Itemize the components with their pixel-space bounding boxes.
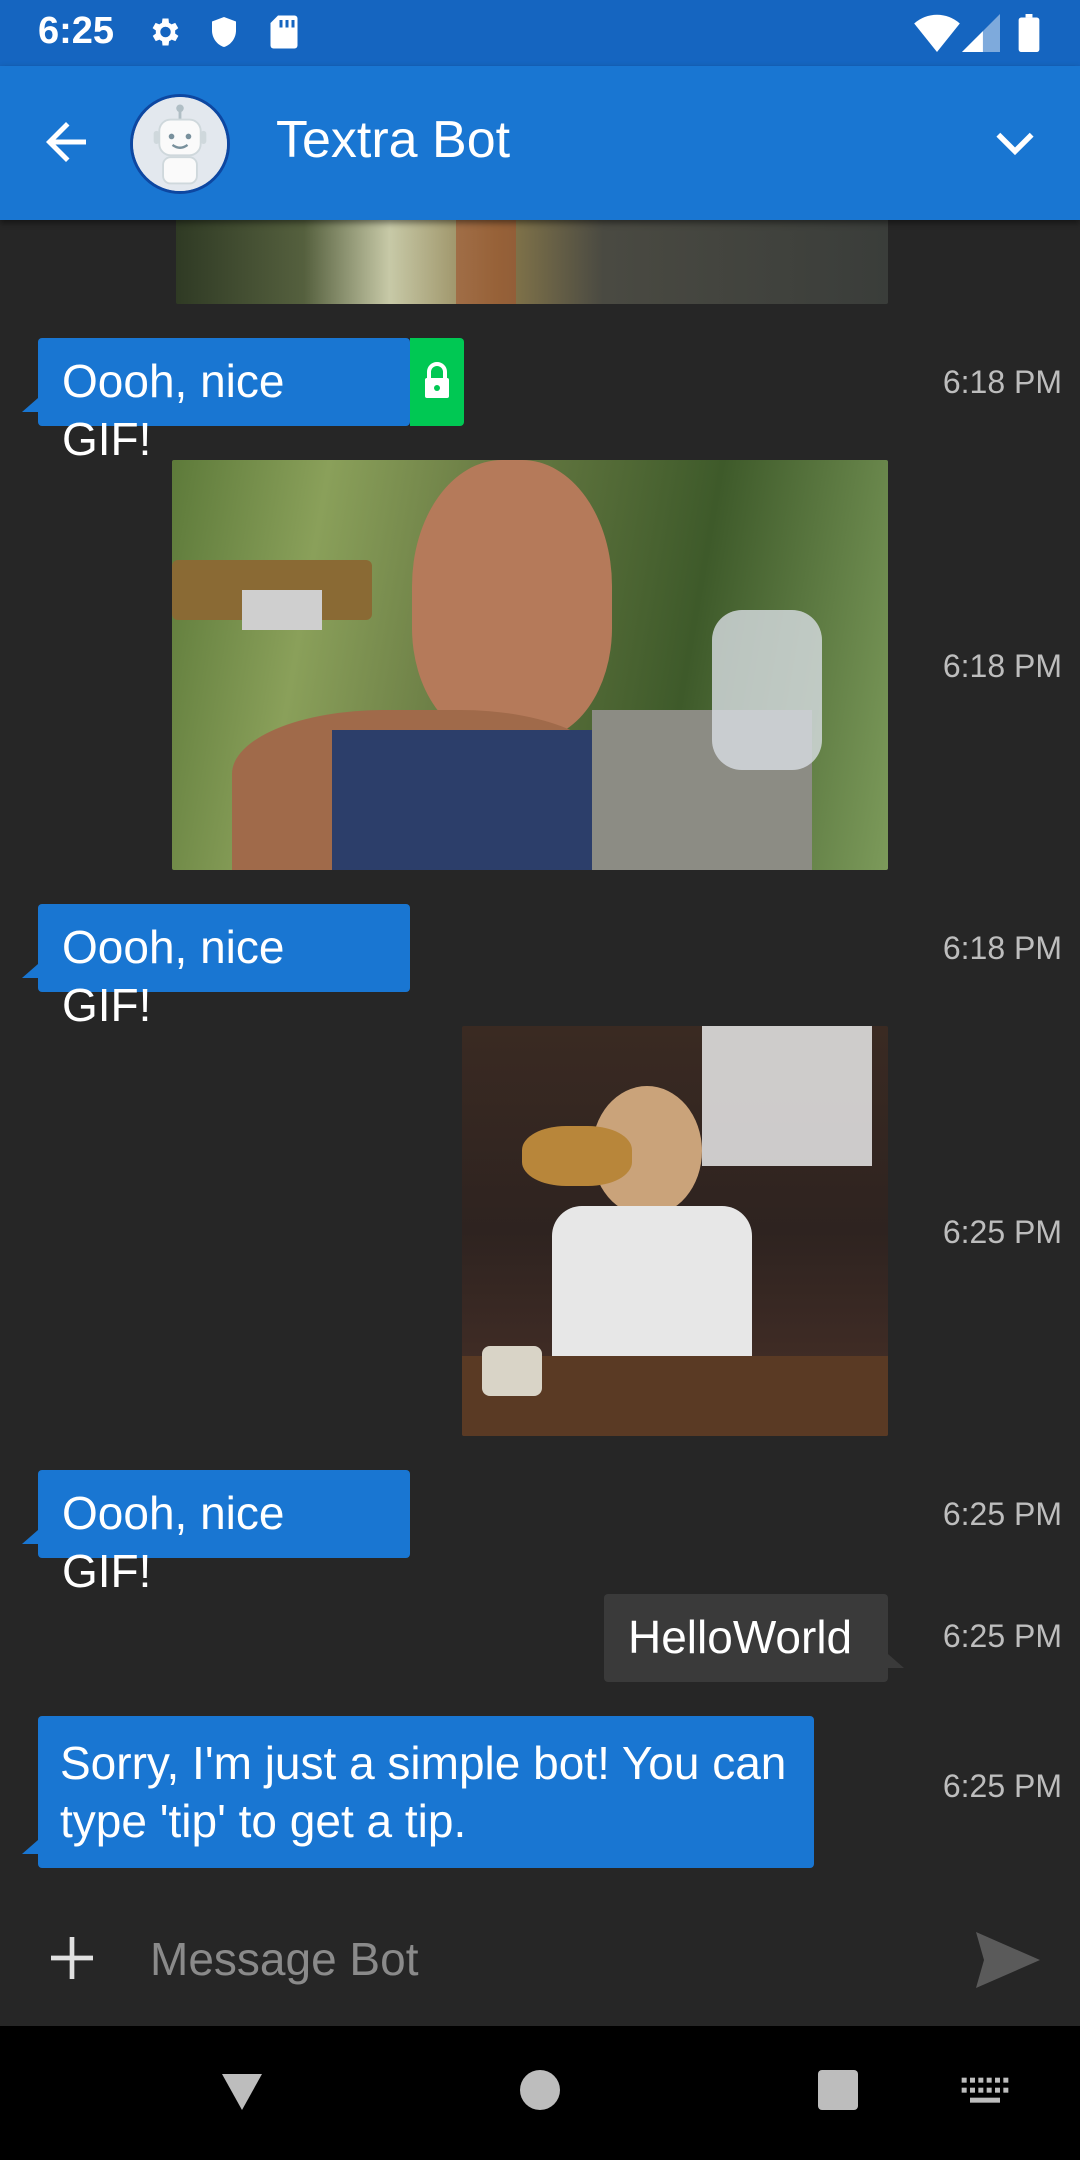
gif-message[interactable] xyxy=(462,1026,888,1436)
lock-icon xyxy=(425,362,449,398)
message-text: HelloWorld xyxy=(628,1611,853,1663)
message-composer xyxy=(0,1890,1080,2026)
outgoing-message[interactable]: HelloWorld xyxy=(604,1594,904,1682)
message-timestamp: 6:25 PM xyxy=(942,1496,1062,1532)
conversation-list[interactable]: Oooh, nice GIF! 6:18 PM 6:18 PM Oooh, ni… xyxy=(0,216,1080,1890)
wifi-icon xyxy=(914,14,960,52)
gif-message[interactable] xyxy=(176,216,888,304)
robot-icon xyxy=(133,97,227,191)
message-text: Oooh, nice GIF! xyxy=(62,355,285,465)
keyboard-icon[interactable] xyxy=(960,2076,1010,2106)
send-icon[interactable] xyxy=(976,1932,1040,1988)
status-time: 6:25 xyxy=(38,10,115,52)
battery-icon xyxy=(1018,14,1040,52)
message-timestamp: 6:25 PM xyxy=(942,1214,1062,1250)
message-timestamp: 6:18 PM xyxy=(942,364,1062,400)
gif-message[interactable] xyxy=(172,460,888,870)
message-timestamp: 6:18 PM xyxy=(942,648,1062,684)
app-bar: Textra Bot xyxy=(0,66,1080,220)
incoming-message[interactable]: Oooh, nice GIF! xyxy=(22,904,410,1031)
back-nav-icon[interactable] xyxy=(218,2066,266,2114)
back-arrow-icon[interactable] xyxy=(36,112,96,172)
gear-icon xyxy=(152,18,179,46)
chevron-down-icon[interactable] xyxy=(990,118,1040,168)
home-nav-icon[interactable] xyxy=(516,2066,564,2114)
signal-icon xyxy=(962,14,1000,52)
incoming-message[interactable]: Oooh, nice GIF! xyxy=(22,338,410,465)
message-timestamp: 6:18 PM xyxy=(942,930,1062,966)
message-input[interactable] xyxy=(148,1920,952,1998)
sd-card-icon xyxy=(270,15,298,49)
contact-avatar[interactable] xyxy=(130,94,230,194)
status-bar: 6:25 xyxy=(0,0,1080,66)
recents-nav-icon[interactable] xyxy=(814,2066,862,2114)
plus-icon[interactable] xyxy=(44,1930,100,1986)
secure-badge xyxy=(410,338,464,426)
message-text: Oooh, nice GIF! xyxy=(62,921,285,1031)
incoming-message[interactable]: Sorry, I'm just a simple bot! You can ty… xyxy=(22,1716,814,1868)
system-nav-bar xyxy=(0,2026,1080,2160)
message-text: Sorry, I'm just a simple bot! You can ty… xyxy=(60,1737,787,1847)
message-text: Oooh, nice GIF! xyxy=(62,1487,285,1597)
shield-icon xyxy=(212,17,236,47)
incoming-message[interactable]: Oooh, nice GIF! xyxy=(22,1470,410,1597)
message-timestamp: 6:25 PM xyxy=(942,1768,1062,1804)
contact-name[interactable]: Textra Bot xyxy=(276,110,510,170)
message-timestamp: 6:25 PM xyxy=(942,1618,1062,1654)
